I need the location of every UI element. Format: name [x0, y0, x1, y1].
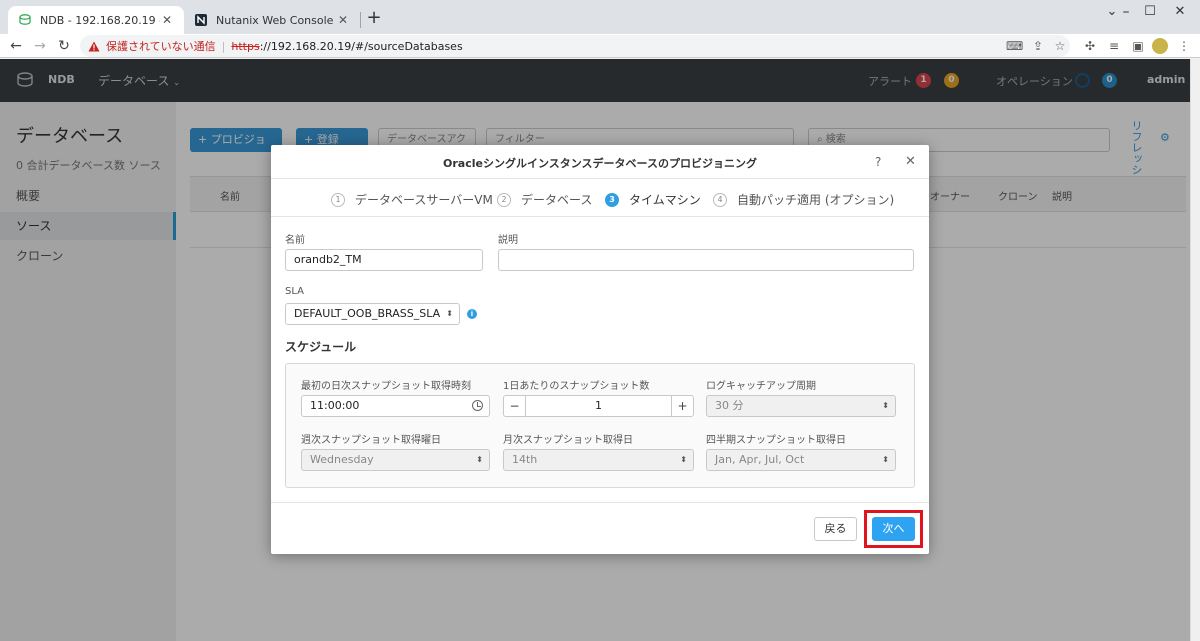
step-time-machine[interactable]: 3 タイムマシン — [605, 191, 701, 208]
log-catchup-select[interactable]: 30 分 ⬍ — [706, 395, 896, 417]
back-button[interactable]: 戻る — [814, 517, 857, 541]
info-icon[interactable]: i — [467, 309, 477, 319]
dialog-title: Oracleシングルインスタンスデータベースのプロビジョニング — [443, 157, 757, 170]
step-label: タイムマシン — [629, 193, 701, 207]
monthly-snapshot-select[interactable]: 14th ⬍ — [503, 449, 694, 471]
address-divider: | — [221, 39, 226, 53]
sla-select[interactable]: DEFAULT_OOB_BRASS_SLA ⬍ — [285, 303, 460, 325]
quarterly-snapshot-select[interactable]: Jan, Apr, Jul, Oct ⬍ — [706, 449, 896, 471]
extensions-puzzle-icon[interactable]: ✣ — [1082, 38, 1098, 54]
share-icon[interactable]: ⇪ — [1030, 38, 1046, 54]
step-label: データベースサーバーVM — [355, 193, 493, 207]
wizard-steps: 1 データベースサーバーVM 2 データベース 3 タイムマシン 4 自動パッチ… — [271, 179, 929, 217]
back-arrow-icon[interactable]: ← — [6, 36, 26, 56]
warning-icon — [88, 41, 100, 51]
step-number: 2 — [497, 192, 511, 207]
forward-arrow-icon[interactable]: → — [30, 36, 50, 56]
description-label: 説明 — [498, 235, 518, 246]
schedule-heading: スケジュール — [285, 340, 357, 354]
sla-label: SLA — [285, 286, 304, 297]
select-arrows-icon: ⬍ — [446, 309, 453, 318]
monthly-snapshot-label: 月次スナップショット取得日 — [503, 435, 633, 446]
bookmark-star-icon[interactable]: ☆ — [1052, 38, 1068, 54]
security-status[interactable]: 保護されていない通信 — [106, 38, 216, 54]
step-number: 4 — [713, 192, 727, 207]
tab-close-icon[interactable]: ✕ — [336, 13, 350, 27]
tab-separator — [360, 12, 361, 28]
first-snapshot-time-value: 11:00:00 — [310, 399, 360, 412]
decrement-button[interactable]: − — [504, 396, 526, 416]
step-db-server-vm[interactable]: 1 データベースサーバーVM — [331, 191, 493, 208]
nutanix-favicon-icon — [194, 13, 208, 27]
window-close-icon[interactable]: ✕ — [1170, 4, 1190, 19]
browser-tab-ndb[interactable]: NDB - 192.168.20.19 - データベース ✕ — [8, 6, 184, 34]
new-tab-icon[interactable]: + — [364, 8, 384, 28]
next-button[interactable]: 次へ — [872, 517, 915, 541]
browser-tab-bar: NDB - 192.168.20.19 - データベース ✕ Nutanix W… — [0, 0, 1200, 34]
browser-toolbar: ← → ↻ 保護されていない通信 | https ://192.168.20.1… — [0, 34, 1200, 58]
weekly-snapshot-select[interactable]: Wednesday ⬍ — [301, 449, 490, 471]
media-queue-icon[interactable]: ≡ — [1106, 38, 1122, 54]
tab-title: Nutanix Web Console — [216, 13, 334, 27]
weekly-snapshot-value: Wednesday — [310, 453, 374, 466]
dialog-header: Oracleシングルインスタンスデータベースのプロビジョニング ? ✕ — [271, 145, 929, 179]
schedule-panel: 最初の日次スナップショット取得時刻 11:00:00 1日あたりのスナップショッ… — [285, 363, 915, 488]
first-snapshot-time-input[interactable]: 11:00:00 — [301, 395, 490, 417]
page-scrollbar[interactable] — [1190, 59, 1200, 641]
url-path: ://192.168.20.19/#/sourceDatabases — [259, 39, 463, 53]
snapshots-per-day-stepper: − 1 + — [503, 395, 694, 417]
step-label: 自動パッチ適用 (オプション) — [737, 193, 895, 207]
name-label: 名前 — [285, 235, 305, 246]
select-arrows-icon: ⬍ — [680, 455, 687, 464]
snapshots-per-day-value[interactable]: 1 — [526, 396, 671, 416]
browser-tab-nutanix[interactable]: Nutanix Web Console ✕ — [184, 6, 360, 34]
increment-button[interactable]: + — [671, 396, 693, 416]
side-panel-icon[interactable]: ▣ — [1130, 38, 1146, 54]
help-icon[interactable]: ? — [875, 155, 881, 169]
step-database[interactable]: 2 データベース — [497, 191, 592, 208]
quarterly-snapshot-value: Jan, Apr, Jul, Oct — [715, 453, 805, 466]
provision-dialog: Oracleシングルインスタンスデータベースのプロビジョニング ? ✕ 1 デー… — [271, 145, 929, 554]
description-field[interactable] — [498, 249, 914, 271]
tab-close-icon[interactable]: ✕ — [160, 13, 174, 27]
reload-icon[interactable]: ↻ — [54, 36, 74, 56]
clock-icon[interactable] — [472, 400, 483, 411]
translate-icon[interactable]: ⌨ — [1006, 38, 1023, 54]
step-auto-patching[interactable]: 4 自動パッチ適用 (オプション) — [713, 191, 894, 208]
snapshots-per-day-label: 1日あたりのスナップショット数 — [503, 381, 650, 392]
quarterly-snapshot-label: 四半期スナップショット取得日 — [706, 435, 846, 446]
ndb-favicon-icon — [18, 13, 32, 27]
dialog-footer: 戻る 次へ — [271, 502, 929, 554]
first-snapshot-label: 最初の日次スナップショット取得時刻 — [301, 381, 471, 392]
step-number: 3 — [605, 192, 619, 207]
weekly-snapshot-label: 週次スナップショット取得曜日 — [301, 435, 441, 446]
window-maximize-icon[interactable]: ☐ — [1140, 4, 1160, 19]
select-arrows-icon: ⬍ — [882, 455, 889, 464]
monthly-snapshot-value: 14th — [512, 453, 538, 466]
browser-menu-icon[interactable]: ⋮ — [1176, 38, 1192, 54]
window-min-line-icon[interactable]: – — [1116, 4, 1136, 20]
address-bar[interactable]: 保護されていない通信 | https ://192.168.20.19/#/so… — [80, 35, 1070, 57]
name-field[interactable]: orandb2_TM — [285, 249, 483, 271]
tab-title: NDB - 192.168.20.19 - データベース — [40, 14, 160, 27]
sla-selected-value: DEFAULT_OOB_BRASS_SLA — [294, 307, 441, 320]
step-label: データベース — [521, 193, 593, 207]
select-arrows-icon: ⬍ — [476, 455, 483, 464]
step-number: 1 — [331, 192, 345, 207]
log-catchup-label: ログキャッチアップ周期 — [706, 381, 816, 392]
select-arrows-icon: ⬍ — [882, 401, 889, 410]
url-scheme: https — [231, 39, 260, 53]
close-icon[interactable]: ✕ — [905, 154, 916, 169]
profile-avatar-icon[interactable] — [1152, 38, 1168, 54]
log-catchup-value: 30 分 — [715, 399, 744, 412]
